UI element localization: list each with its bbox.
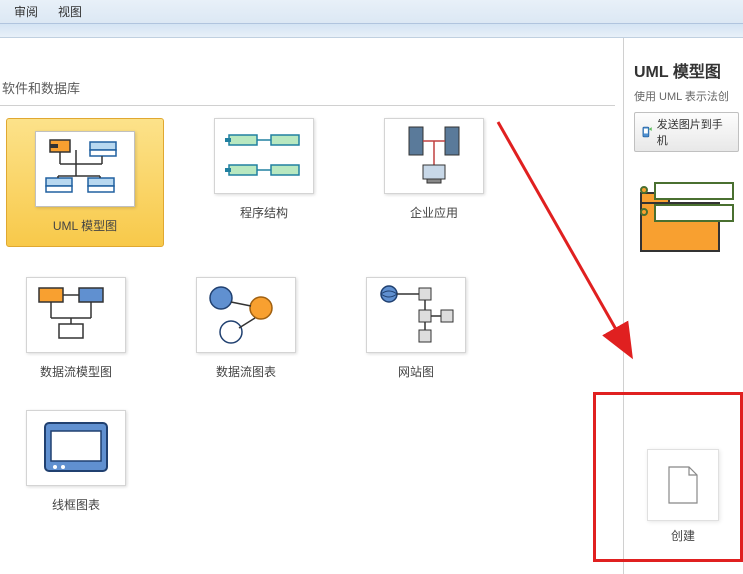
template-label: UML 模型图 — [53, 217, 117, 234]
program-structure-icon — [219, 123, 309, 189]
menu-bar: 审阅 视图 — [0, 0, 743, 24]
template-label: 数据流图表 — [216, 363, 276, 380]
dataflow-chart-icon — [201, 282, 291, 348]
template-label: 线框图表 — [52, 496, 100, 513]
ribbon-strip — [0, 24, 743, 38]
main-area: 软件和数据库 — [0, 38, 743, 574]
create-button[interactable] — [647, 449, 719, 521]
preview-title: UML 模型图 — [634, 58, 739, 82]
template-thumb-dataflow-model — [26, 277, 126, 353]
template-dataflow-chart[interactable]: 数据流图表 — [176, 277, 316, 380]
template-website-map[interactable]: 网站图 — [346, 277, 486, 380]
menu-view[interactable]: 视图 — [48, 0, 92, 23]
template-label: 网站图 — [398, 363, 434, 380]
phone-icon — [641, 126, 653, 138]
create-area: 创建 — [638, 449, 728, 544]
menu-review[interactable]: 审阅 — [4, 0, 48, 23]
template-grid: UML 模型图 程序结构 — [0, 118, 623, 513]
template-gallery: 软件和数据库 — [0, 38, 623, 574]
template-wireframe[interactable]: 线框图表 — [6, 410, 146, 513]
template-thumb-wireframe — [26, 410, 126, 486]
blank-document-icon — [667, 465, 699, 505]
template-label: 程序结构 — [240, 204, 288, 221]
send-to-phone-button[interactable]: 发送图片到手机 — [634, 112, 739, 152]
template-thumb-program — [214, 118, 314, 194]
template-program-structure[interactable]: 程序结构 — [194, 118, 334, 247]
send-button-label: 发送图片到手机 — [657, 116, 732, 148]
preview-description: 使用 UML 表示法创 — [634, 88, 739, 104]
uml-diagram-icon — [40, 136, 130, 202]
template-thumb-website — [366, 277, 466, 353]
dataflow-model-icon — [31, 282, 121, 348]
enterprise-app-icon — [389, 123, 479, 189]
wireframe-icon — [31, 415, 121, 481]
template-enterprise-app[interactable]: 企业应用 — [364, 118, 504, 247]
preview-thumbnail — [634, 182, 743, 302]
category-header: 软件和数据库 — [0, 48, 615, 106]
preview-panel: UML 模型图 使用 UML 表示法创 发送图片到手机 — [623, 38, 743, 574]
website-map-icon — [371, 282, 461, 348]
template-label: 企业应用 — [410, 204, 458, 221]
create-label: 创建 — [638, 527, 728, 544]
template-thumb-enterprise — [384, 118, 484, 194]
template-label: 数据流模型图 — [40, 363, 112, 380]
template-dataflow-model[interactable]: 数据流模型图 — [6, 277, 146, 380]
template-uml-model[interactable]: UML 模型图 — [6, 118, 164, 247]
folder-icon — [640, 192, 720, 252]
template-thumb-uml — [35, 131, 135, 207]
template-thumb-dataflow-chart — [196, 277, 296, 353]
